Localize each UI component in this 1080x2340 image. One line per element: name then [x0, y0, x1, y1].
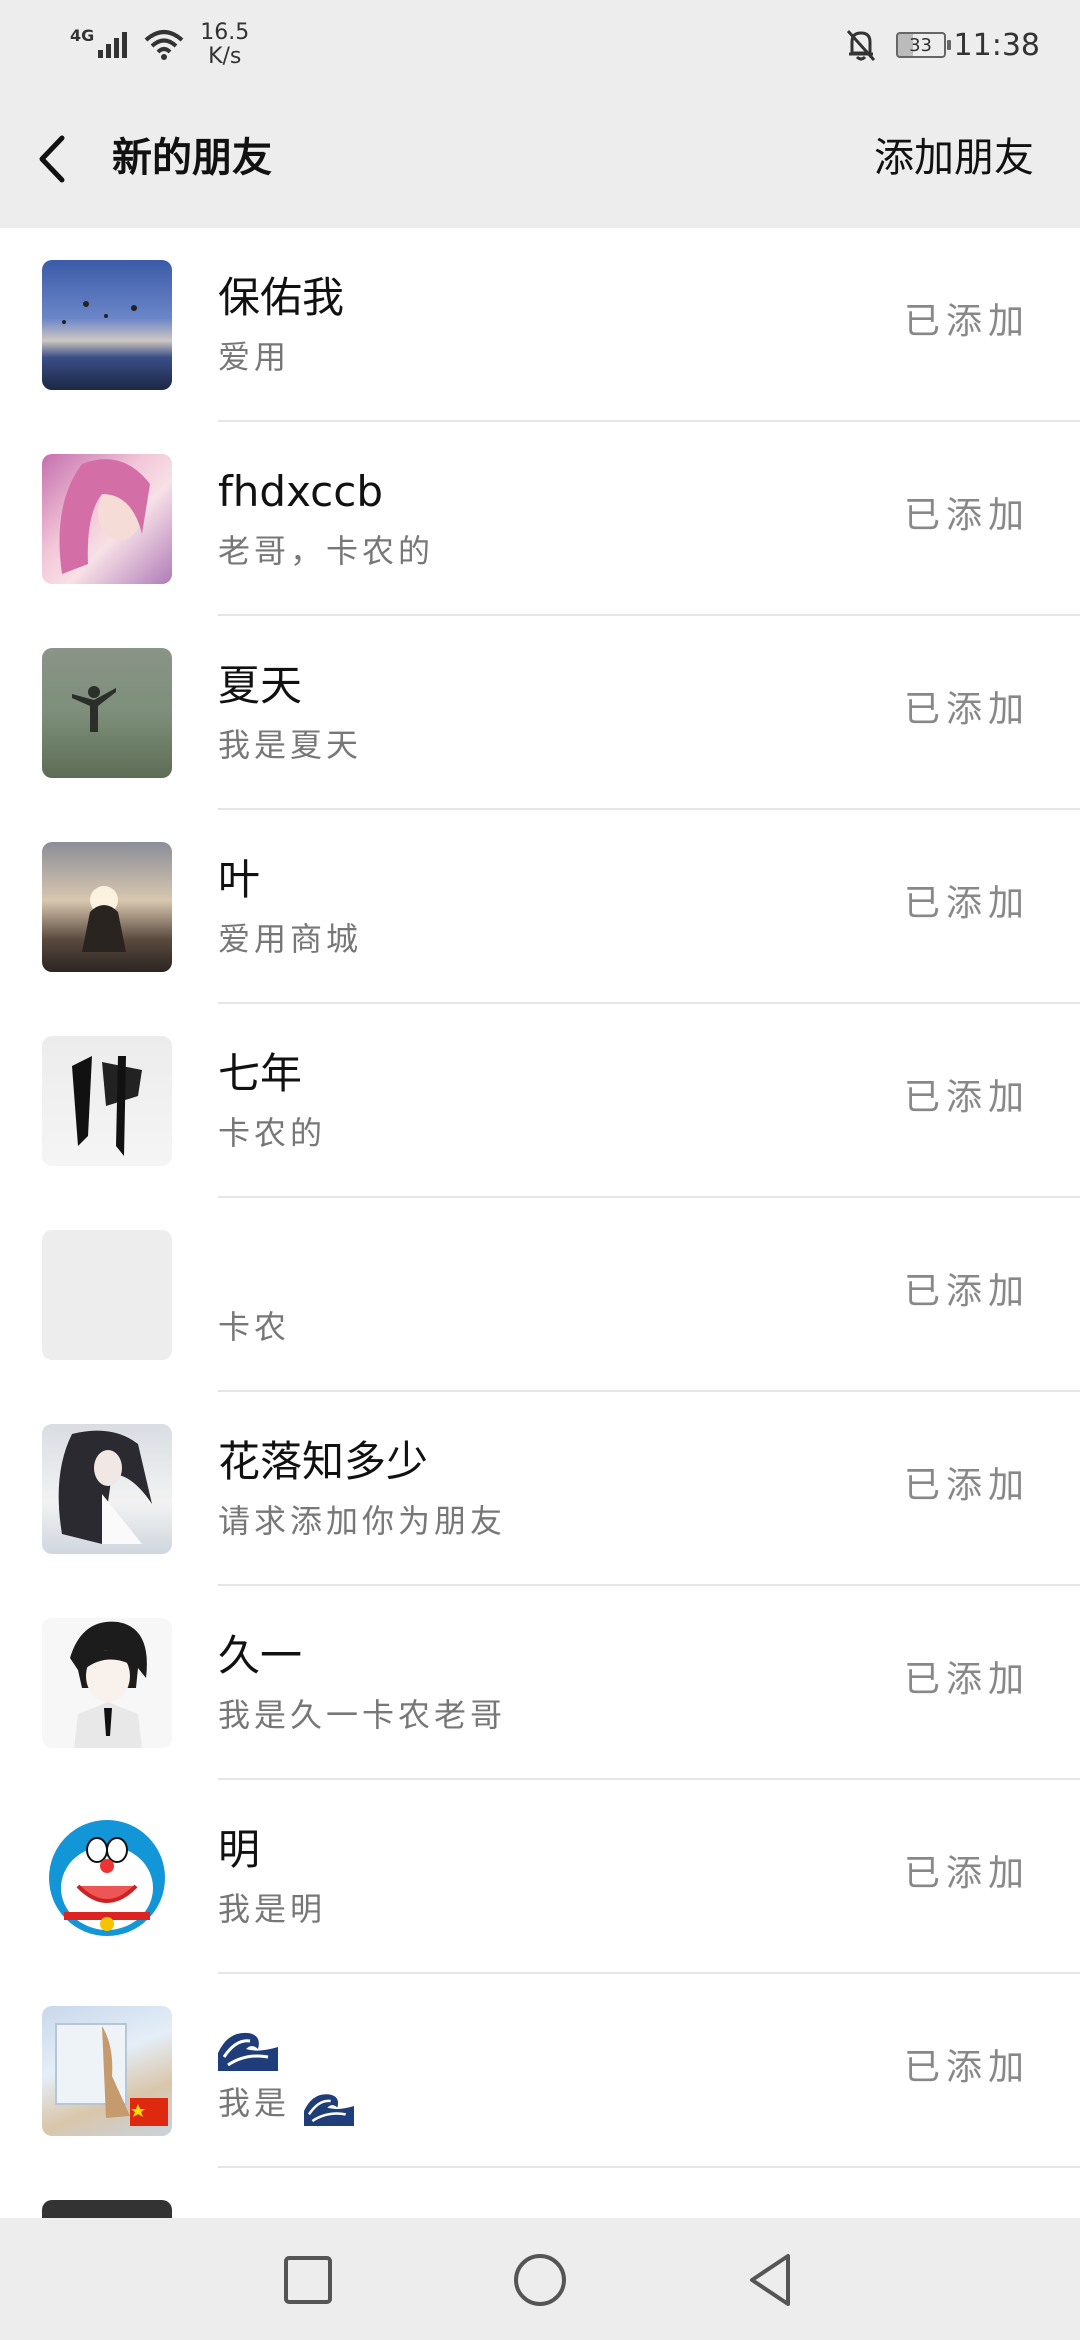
wave-emoji-icon — [304, 2085, 355, 2126]
add-friend-button[interactable]: 添加朋友 — [874, 128, 1034, 188]
avatar[interactable] — [42, 454, 172, 584]
anime-figure-graphic — [58, 1430, 152, 1544]
friend-message: 卡农 — [218, 1308, 291, 1346]
list-item[interactable]: 保佑我 爱用 已添加 — [0, 228, 1080, 422]
ink-brush-graphic — [72, 1056, 142, 1156]
friend-message: 请求添加你为朋友 — [218, 1502, 507, 1540]
friend-message: 我是夏天 — [218, 726, 363, 764]
friend-name: 七年 — [218, 1049, 303, 1098]
new-friends-screen: 4G 16.5 K/s 33 11:38 新的朋友 添加朋友 保佑我 爱用 已添… — [0, 0, 1080, 2340]
wave-emoji-icon — [218, 2023, 278, 2071]
recent-apps-button[interactable] — [276, 2248, 340, 2312]
friend-message: 老哥，卡农的 — [218, 532, 435, 570]
signal-icon — [98, 32, 128, 58]
added-status: 已添加 — [903, 1077, 1030, 1118]
back-arrow-icon — [39, 135, 65, 183]
balloon-graphic — [62, 301, 137, 324]
page-title: 新的朋友 — [112, 134, 272, 181]
friend-message: 我是明 — [218, 1890, 327, 1928]
photo-flag-graphic — [55, 2023, 168, 2126]
square-icon — [284, 2256, 332, 2304]
avatar[interactable] — [42, 648, 172, 778]
added-status: 已添加 — [903, 1465, 1030, 1506]
friend-message: 我是久一卡农老哥 — [218, 1696, 507, 1734]
friend-message: 卡农的 — [218, 1114, 327, 1152]
added-status: 已添加 — [903, 883, 1030, 924]
friend-name: 花落知多少 — [218, 1437, 429, 1486]
person-silhouette-graphic — [72, 686, 116, 732]
friend-name: 明 — [218, 1825, 261, 1874]
added-status: 已添加 — [903, 1853, 1030, 1894]
battery-icon: 33 — [895, 32, 951, 58]
status-bar: 4G 16.5 K/s 33 11:38 — [0, 0, 1080, 88]
added-status: 已添加 — [903, 301, 1030, 342]
friend-name: 久一 — [218, 1631, 303, 1680]
added-status: 已添加 — [903, 2047, 1030, 2088]
doraemon-graphic — [49, 1820, 165, 1936]
network-speed: 16.5 K/s — [200, 21, 249, 69]
added-status: 已添加 — [903, 1271, 1030, 1312]
friend-name: 保佑我 — [218, 273, 345, 322]
home-button[interactable] — [508, 2248, 572, 2312]
battery-level: 33 — [909, 34, 932, 56]
avatar[interactable] — [42, 1618, 172, 1748]
status-right: 33 11:38 — [844, 22, 1040, 68]
added-status: 已添加 — [903, 689, 1030, 730]
avatar[interactable] — [42, 1424, 172, 1554]
avatar[interactable] — [42, 1812, 172, 1942]
speed-value: 16.5 — [200, 20, 250, 45]
network-type: 4G — [70, 25, 95, 45]
added-status: 已添加 — [903, 1659, 1030, 1700]
avatar[interactable] — [42, 260, 172, 390]
status-left: 4G 16.5 K/s — [70, 20, 249, 70]
list-item[interactable]: fhdxccb 老哥，卡农的 已添加 — [0, 422, 1080, 616]
system-nav-bar — [0, 2218, 1080, 2340]
friend-message: 爱用商城 — [218, 920, 363, 958]
friend-request-list: 保佑我 爱用 已添加 fhdxccb 老哥，卡农的 已添加 夏天 我是夏天 已添… — [0, 228, 1080, 2340]
list-item[interactable]: 卡农 已添加 — [0, 1198, 1080, 1392]
avatar[interactable] — [42, 2006, 172, 2136]
list-item[interactable]: 夏天 我是夏天 已添加 — [0, 616, 1080, 810]
nav-header: 新的朋友 添加朋友 — [0, 88, 1080, 228]
mute-bell-icon — [846, 29, 875, 62]
sunset-silhouette-graphic — [82, 886, 126, 952]
anime-boy-graphic — [70, 1621, 147, 1748]
list-item[interactable]: 七年 卡农的 已添加 — [0, 1004, 1080, 1198]
list-item[interactable]: 久一 我是久一卡农老哥 已添加 — [0, 1586, 1080, 1780]
speed-unit: K/s — [208, 44, 242, 69]
clock: 11:38 — [953, 27, 1040, 63]
girl-portrait-graphic — [59, 459, 150, 574]
friend-message: 爱用 — [218, 338, 291, 376]
friend-name: fhdxccb — [218, 467, 384, 516]
message-text: 我是 — [218, 2084, 291, 2122]
friend-name: 叶 — [218, 855, 261, 904]
list-item[interactable]: 我是 已添加 — [0, 1974, 1080, 2168]
added-status: 已添加 — [903, 495, 1030, 536]
circle-icon — [514, 2254, 566, 2306]
avatar[interactable] — [42, 1230, 172, 1360]
friend-name: 夏天 — [218, 661, 303, 710]
avatar[interactable] — [42, 842, 172, 972]
back-nav-button[interactable] — [740, 2248, 804, 2312]
list-item[interactable]: 明 我是明 已添加 — [0, 1780, 1080, 1974]
wifi-icon — [144, 30, 184, 60]
avatar[interactable] — [42, 1036, 172, 1166]
list-item[interactable]: 花落知多少 请求添加你为朋友 已添加 — [0, 1392, 1080, 1586]
list-item[interactable]: 叶 爱用商城 已添加 — [0, 810, 1080, 1004]
friend-name — [218, 2014, 278, 2074]
triangle-back-icon — [750, 2254, 790, 2306]
back-button[interactable] — [30, 124, 90, 194]
friend-message: 我是 — [218, 2078, 355, 2128]
